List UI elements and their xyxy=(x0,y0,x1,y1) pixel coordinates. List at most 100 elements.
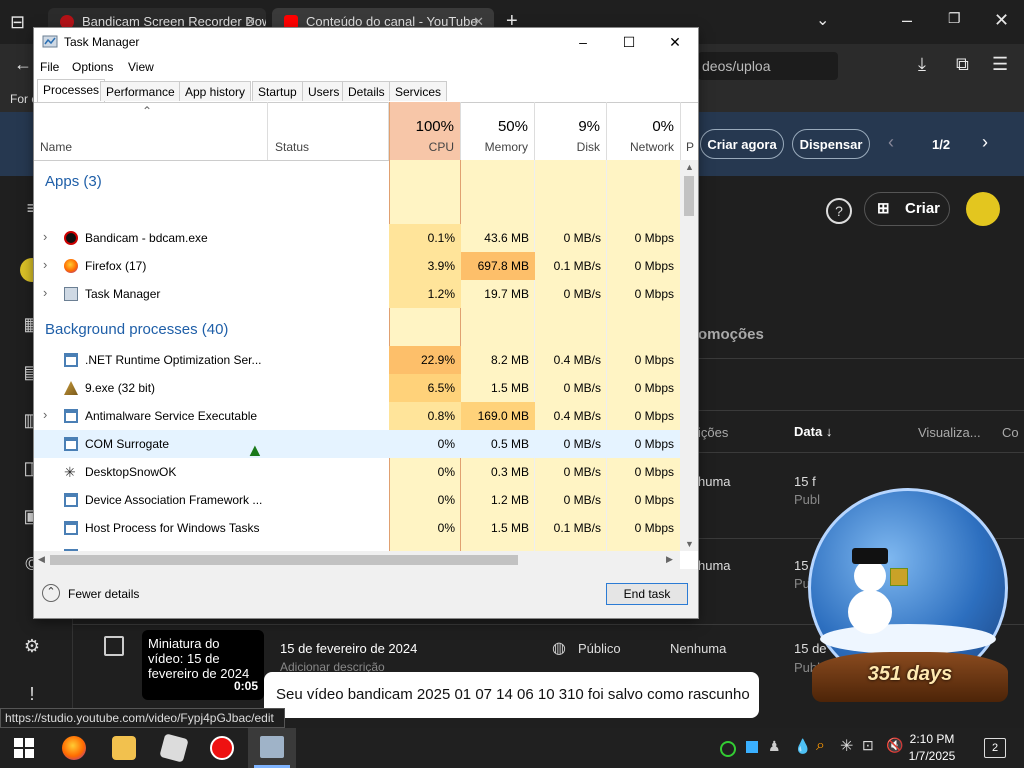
tray-blue-icon[interactable] xyxy=(746,741,758,753)
process-cpu: 22.9% xyxy=(420,353,455,367)
col-comments: Co xyxy=(1002,425,1019,440)
tab-processes[interactable]: Processes xyxy=(37,79,106,102)
promotions-tab[interactable]: omoções xyxy=(698,326,764,343)
title-bar[interactable]: Task Manager – ☐ ✕ xyxy=(34,28,698,56)
notifications-icon[interactable]: 2 xyxy=(984,738,1006,758)
disk-percent: 9% xyxy=(578,118,600,135)
expand-chevron-icon[interactable]: › xyxy=(43,285,47,300)
fewer-details-link[interactable]: Fewer details xyxy=(68,587,139,601)
scroll-down-icon[interactable]: ▼ xyxy=(685,539,694,549)
video-title[interactable]: 15 de fevereiro de 2024 xyxy=(280,641,417,656)
url-field[interactable]: deos/uploa xyxy=(698,52,838,80)
tab-details[interactable]: Details xyxy=(342,81,391,101)
chevron-down-icon[interactable]: ⌄ xyxy=(816,10,829,30)
horizontal-scrollbar[interactable]: ◀ ▶ xyxy=(34,551,680,569)
settings-gear-icon[interactable]: ⚙ xyxy=(20,636,44,660)
col-memory[interactable]: 50% Memory xyxy=(461,102,535,160)
back-icon[interactable]: ← xyxy=(14,54,32,75)
vertical-scrollbar[interactable]: ▲ ▼ xyxy=(680,160,698,551)
tab-users[interactable]: Users xyxy=(302,81,346,101)
menu-options[interactable]: Options xyxy=(72,60,113,74)
task-manager-taskbar-button[interactable] xyxy=(248,728,296,768)
clock-time: 2:10 PM xyxy=(909,732,955,746)
col-status[interactable]: Status xyxy=(268,102,389,160)
tray-people-icon[interactable]: ♟ xyxy=(768,738,781,755)
tab-app-history[interactable]: App history xyxy=(179,81,252,101)
extensions-icon[interactable]: ⧉ xyxy=(956,54,969,75)
maximize-button[interactable]: ☐ xyxy=(606,28,652,56)
feedback-icon[interactable]: ! xyxy=(20,684,44,708)
tray-green-icon[interactable] xyxy=(720,741,736,757)
memory-label: Memory xyxy=(484,140,528,154)
divider xyxy=(698,452,1024,453)
col-name[interactable]: Name xyxy=(34,102,268,160)
volume-muted-icon[interactable]: 🔇 xyxy=(886,737,903,754)
process-row[interactable]: Device Association Framework ... 0% 1.2 MB… xyxy=(34,486,680,514)
row-checkbox[interactable] xyxy=(104,636,124,656)
close-window-icon[interactable]: ✕ xyxy=(994,10,1009,31)
restore-icon[interactable]: ❐ xyxy=(948,10,961,27)
network-icon[interactable]: ⊡ xyxy=(862,737,874,754)
firefox-taskbar-icon[interactable] xyxy=(62,736,86,760)
process-row[interactable]: › Bandicam - bdcam.exe 0.1% 43.6 MB 0 MB/s 0 … xyxy=(34,224,680,252)
horizontal-scroll-thumb[interactable] xyxy=(50,555,518,565)
process-row[interactable]: ✳ DesktopSnowOK 0% 0.3 MB 0 MB/s 0 Mbps xyxy=(34,458,680,486)
create-now-button[interactable]: Criar agora xyxy=(700,129,784,159)
tab-services[interactable]: Services xyxy=(389,81,448,101)
scroll-up-icon[interactable]: ▲ xyxy=(685,162,694,172)
process-row[interactable]: › Antimalware Service Executable 0.8% 169.0… xyxy=(34,402,680,430)
dismiss-button[interactable]: Dispensar xyxy=(792,129,870,159)
menu-file[interactable]: File xyxy=(40,60,59,74)
process-row[interactable]: .NET Runtime Optimization Ser... 22.9% 8.2… xyxy=(34,346,680,374)
chevron-up-icon[interactable]: ⌃ xyxy=(42,584,60,602)
process-row[interactable]: Host Process for Windows Tasks0%0.8 MB0 … xyxy=(34,542,680,551)
tab-list-icon[interactable]: ⊟ xyxy=(10,12,25,33)
start-windows-icon[interactable] xyxy=(14,738,34,758)
tray-search-icon[interactable]: ⌕ xyxy=(816,737,825,755)
expand-chevron-icon[interactable]: › xyxy=(43,407,47,422)
video-visibility[interactable]: Público xyxy=(578,641,621,656)
scroll-left-icon[interactable]: ◀ xyxy=(38,554,45,565)
next-icon[interactable]: › xyxy=(982,132,988,153)
file-explorer-icon[interactable] xyxy=(112,736,136,760)
group-background[interactable]: Background processes (40) xyxy=(45,321,228,338)
col-cpu[interactable]: 100% CPU xyxy=(389,102,461,160)
group-apps[interactable]: Apps (3) xyxy=(45,173,102,190)
minimize-icon[interactable]: – xyxy=(902,10,912,31)
tray-snowflake-icon[interactable]: ✳ xyxy=(840,736,853,756)
col-network[interactable]: 0% Network xyxy=(607,102,681,160)
menu-view[interactable]: View xyxy=(128,60,154,74)
vertical-scroll-thumb[interactable] xyxy=(684,176,694,216)
tray-drop-icon[interactable]: 💧 xyxy=(794,738,811,755)
process-row[interactable]: COM Surrogate 0% 0.5 MB 0 MB/s 0 Mbps xyxy=(34,430,680,458)
account-avatar[interactable] xyxy=(966,192,1000,226)
cpu-label: CPU xyxy=(428,140,454,154)
bandicam-taskbar-icon[interactable] xyxy=(210,736,234,760)
task-manager-icon xyxy=(64,287,78,301)
scroll-right-icon[interactable]: ▶ xyxy=(666,554,673,565)
process-row[interactable]: Host Process for Windows Tasks 0% 1.5 MB 0.… xyxy=(34,514,680,542)
clock[interactable]: 2:10 PM 1/7/2025 xyxy=(902,731,962,765)
col-date[interactable]: Data ↓ xyxy=(794,424,832,439)
expand-chevron-icon[interactable]: › xyxy=(43,257,47,272)
video-thumbnail[interactable]: Miniatura do vídeo: 15 de fevereiro de 2… xyxy=(142,630,264,700)
expand-chevron-icon[interactable]: › xyxy=(43,229,47,244)
col-disk[interactable]: 9% Disk xyxy=(535,102,607,160)
banner-pager: 1/2 xyxy=(932,137,951,152)
download-icon[interactable]: ⤓ xyxy=(918,54,926,75)
end-task-button[interactable]: End task xyxy=(606,583,688,605)
create-button[interactable]: ⊞ Criar xyxy=(864,192,950,226)
tab-startup[interactable]: Startup xyxy=(252,81,303,101)
prev-icon[interactable]: ‹ xyxy=(888,132,894,153)
col-power[interactable]: P xyxy=(686,140,694,154)
process-name: Device Association Framework ... xyxy=(85,493,263,507)
help-icon[interactable]: ? xyxy=(826,198,852,224)
process-row[interactable]: › Firefox (17) 3.9% 697.8 MB 0.1 MB/s 0 Mbps xyxy=(34,252,680,280)
minimize-button[interactable]: – xyxy=(560,28,606,56)
tab-strip: Processes Performance App history Startu… xyxy=(34,78,698,103)
menu-icon[interactable]: ☰ xyxy=(992,54,1008,75)
process-row[interactable]: 9.exe (32 bit) 6.5% 1.5 MB 0 MB/s 0 Mbps xyxy=(34,374,680,402)
close-button[interactable]: ✕ xyxy=(652,28,698,56)
process-row[interactable]: › Task Manager 1.2% 19.7 MB 0 MB/s 0 Mbps xyxy=(34,280,680,308)
tab-performance[interactable]: Performance xyxy=(100,81,181,101)
